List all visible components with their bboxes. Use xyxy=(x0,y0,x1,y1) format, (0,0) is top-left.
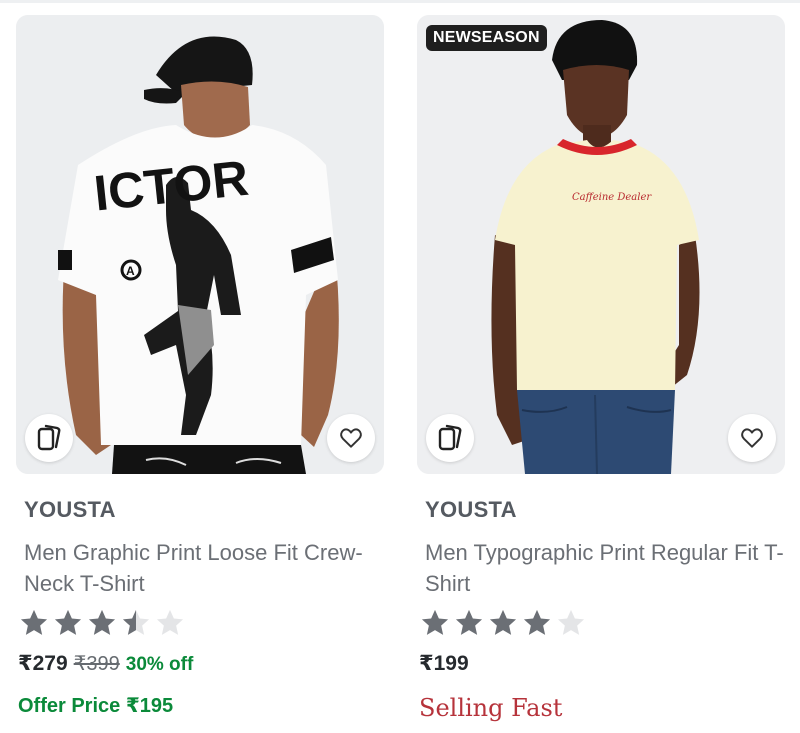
star-icon xyxy=(489,609,517,635)
star-icon xyxy=(557,609,585,635)
product-card[interactable]: Caffeine Dealer NEWSEASON YOUSTA Men Typ… xyxy=(417,15,785,730)
star-icon xyxy=(54,609,82,635)
rating-stars xyxy=(18,607,186,639)
offer-price: Offer Price ₹195 xyxy=(18,695,174,717)
product-title[interactable]: Men Graphic Print Loose Fit Crew-Neck T-… xyxy=(24,537,384,599)
similar-products-button[interactable] xyxy=(426,414,474,462)
svg-text:A: A xyxy=(126,264,135,278)
price-row: ₹279 ₹399 30% off xyxy=(18,651,193,676)
selling-price: ₹279 xyxy=(18,652,68,675)
product-image[interactable]: Caffeine Dealer NEWSEASON xyxy=(417,15,785,474)
star-icon xyxy=(88,609,116,635)
product-title[interactable]: Men Typographic Print Regular Fit T-Shir… xyxy=(425,537,785,599)
star-icon xyxy=(122,609,150,635)
wishlist-heart-icon xyxy=(340,428,362,448)
similar-products-icon xyxy=(438,424,462,451)
product-card[interactable]: ICTOR A YOUSTA Men Graphic Print Loose F… xyxy=(16,15,384,730)
star-icon xyxy=(421,609,449,635)
product-image[interactable]: ICTOR A xyxy=(16,15,384,474)
print-text: Caffeine Dealer xyxy=(572,192,652,203)
star-icon xyxy=(20,609,48,635)
wishlist-button[interactable] xyxy=(327,414,375,462)
product-photo: Caffeine Dealer xyxy=(417,15,785,474)
star-icon xyxy=(523,609,551,635)
star-icon xyxy=(455,609,483,635)
price-row: ₹199 xyxy=(419,651,469,676)
selling-price: ₹199 xyxy=(419,652,469,675)
new-season-badge: NEWSEASON xyxy=(426,25,547,51)
discount-percent: 30% off xyxy=(125,654,194,675)
top-divider xyxy=(0,0,800,3)
similar-products-button[interactable] xyxy=(25,414,73,462)
wishlist-button[interactable] xyxy=(728,414,776,462)
mrp-price: ₹399 xyxy=(73,653,120,675)
selling-fast-label: Selling Fast xyxy=(419,694,563,722)
similar-products-icon xyxy=(37,424,61,451)
wishlist-heart-icon xyxy=(741,428,763,448)
star-icon xyxy=(156,609,184,635)
rating-stars xyxy=(419,607,587,639)
brand-name: YOUSTA xyxy=(24,497,116,522)
product-photo: ICTOR A xyxy=(16,15,384,474)
brand-name: YOUSTA xyxy=(425,497,517,522)
